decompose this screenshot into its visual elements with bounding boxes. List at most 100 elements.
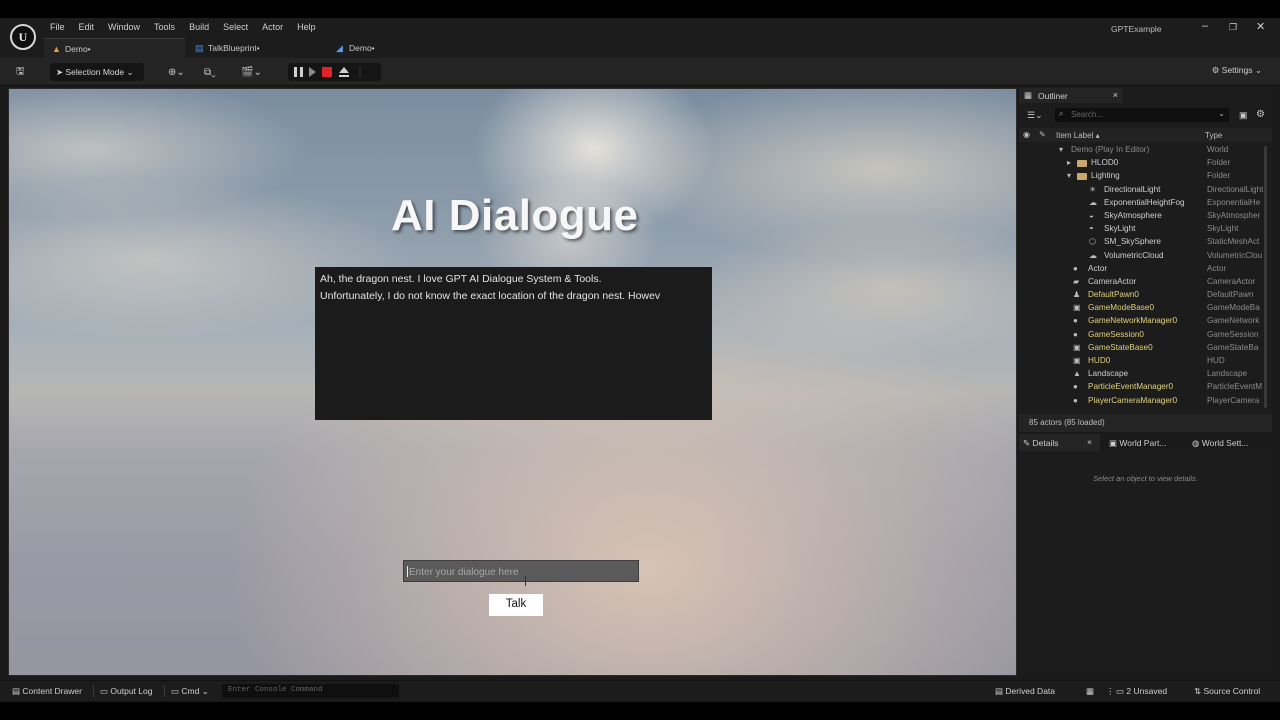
source-control-button[interactable]: ⇅ Source Control xyxy=(1194,686,1260,697)
derived-data-label: Derived Data xyxy=(1005,686,1056,696)
expand-arrow-icon[interactable]: ▾ xyxy=(1059,145,1069,154)
outliner-search-input[interactable]: ⌕ Search... ⌄ xyxy=(1055,108,1229,122)
menu-actor[interactable]: Actor xyxy=(262,22,291,32)
menu-file[interactable]: File xyxy=(50,22,73,32)
outliner-row[interactable]: ♟ DefaultPawn0 DefaultPawn xyxy=(1019,289,1272,302)
menu-select[interactable]: Select xyxy=(223,22,256,32)
console-command-input[interactable]: Enter Console Command xyxy=(222,684,399,698)
stop-icon[interactable] xyxy=(322,67,332,77)
tab-details[interactable]: ✎ Details × xyxy=(1019,434,1100,451)
settings-button[interactable]: ⚙ Settings ⌄ xyxy=(1212,65,1262,76)
outliner-scrollbar[interactable] xyxy=(1264,146,1267,408)
source-control-label: Source Control xyxy=(1203,686,1261,696)
outliner-row[interactable]: ☁ ExponentialHeightFog ExponentialHe xyxy=(1019,197,1272,210)
chevron-down-icon: ⌄ xyxy=(201,686,209,696)
minimize-button[interactable]: – xyxy=(1202,20,1208,32)
status-bar: ▤ Content Drawer ▭ Output Log ▭ Cmd ⌄ En… xyxy=(0,680,1280,700)
step-icon[interactable] xyxy=(309,67,316,77)
outliner-row[interactable]: ▲ Landscape Landscape xyxy=(1019,368,1272,381)
close-window-button[interactable]: ✕ xyxy=(1256,20,1265,33)
unsaved-icon: ▭ xyxy=(1116,686,1127,696)
menu-tools[interactable]: Tools xyxy=(154,22,183,32)
game-viewport[interactable]: AI Dialogue Ah, the dragon nest. I love … xyxy=(8,88,1017,676)
eject-icon[interactable] xyxy=(338,66,349,78)
unsaved-button[interactable]: ▭ 2 Unsaved xyxy=(1116,686,1167,697)
more-options-icon[interactable]: ⋮ xyxy=(1106,686,1115,697)
filter-icon[interactable]: ☰⌄ xyxy=(1027,110,1043,121)
outliner-row[interactable]: ▾ Demo (Play In Editor) World xyxy=(1019,144,1272,157)
outliner-item-label: DirectionalLight xyxy=(1104,184,1161,194)
more-options-icon[interactable]: ⋮ xyxy=(355,67,365,78)
cmd-label: Cmd xyxy=(181,686,200,696)
chevron-down-icon: ⌄ xyxy=(1254,65,1262,75)
outliner-row[interactable]: ▣ HUD0 HUD xyxy=(1019,355,1272,368)
selection-mode-dropdown[interactable]: ➤ Selection Mode ⌄ xyxy=(50,63,144,81)
restore-button[interactable]: ❐ xyxy=(1229,22,1237,33)
app-title: GPTExample xyxy=(1111,24,1162,34)
outliner-row[interactable]: ☁ VolumetricCloud VolumetricClou xyxy=(1019,250,1272,263)
actor-icon: ● xyxy=(1073,316,1078,326)
menu-window[interactable]: Window xyxy=(108,22,148,32)
outliner-row[interactable]: ☀ DirectionalLight DirectionalLight xyxy=(1019,184,1272,197)
outliner-item-type: Landscape xyxy=(1207,369,1248,379)
cmd-dropdown[interactable]: ▭ Cmd ⌄ xyxy=(171,686,209,697)
add-actor-icon[interactable]: ⊕⌄ xyxy=(168,64,185,81)
collapse-arrow-icon[interactable]: ▸ xyxy=(1067,158,1077,167)
menu-help[interactable]: Help xyxy=(297,22,324,32)
outliner-item-label: HLOD0 xyxy=(1091,158,1119,168)
outliner-row[interactable]: ◒ SkyAtmosphere SkyAtmospher xyxy=(1019,210,1272,223)
save-icon[interactable]: 🖫 xyxy=(16,64,25,81)
outliner-row[interactable]: ▣ GameStateBase0 GameStateBa xyxy=(1019,342,1272,355)
tab-demo-widget[interactable]: ◢ Demo• xyxy=(328,38,468,58)
outliner-row[interactable]: ● ParticleEventManager0 ParticleEventM xyxy=(1019,381,1272,394)
actor-icon: ▰ xyxy=(1073,276,1080,286)
outliner-row[interactable]: ⬡ SM_SkySphere StaticMeshAct xyxy=(1019,236,1272,249)
talk-button[interactable]: Talk xyxy=(489,594,543,616)
pin-icon[interactable]: ✎ xyxy=(1039,130,1046,139)
outliner-item-type: StaticMeshAct xyxy=(1207,237,1260,247)
search-placeholder: Search... xyxy=(1071,110,1104,119)
outliner-item-type: Actor xyxy=(1207,263,1227,273)
outliner-row[interactable]: ◓ SkyLight SkyLight xyxy=(1019,223,1272,236)
expand-arrow-icon[interactable]: ▾ xyxy=(1067,171,1077,180)
outliner-item-type: GameStateBa xyxy=(1207,342,1259,352)
menu-build[interactable]: Build xyxy=(189,22,217,32)
column-item-label[interactable]: Item Label ▴ xyxy=(1056,131,1100,140)
derived-data-button[interactable]: ▤ Derived Data xyxy=(995,686,1055,697)
unreal-logo-icon[interactable]: U xyxy=(10,24,36,50)
outliner-row[interactable]: ● PlayerCameraManager0 PlayerCamera xyxy=(1019,395,1272,408)
outliner-row[interactable]: ▰ CameraActor CameraActor xyxy=(1019,276,1272,289)
blueprint-icon: ▤ xyxy=(195,43,204,53)
revision-control-icon[interactable]: ▦ xyxy=(1086,686,1094,697)
outliner-row[interactable]: ▸ HLOD0 Folder xyxy=(1019,157,1272,170)
output-log-button[interactable]: ▭ Output Log xyxy=(100,686,152,697)
outliner-row[interactable]: ▾ Lighting Folder xyxy=(1019,170,1272,183)
outliner-row[interactable]: ▣ GameModeBase0 GameModeBa xyxy=(1019,302,1272,315)
tab-world-settings[interactable]: ◍ World Sett... xyxy=(1188,434,1268,451)
visibility-icon[interactable]: ◉ xyxy=(1023,130,1030,139)
gear-icon[interactable]: ⚙ xyxy=(1256,109,1265,120)
tab-demo-level[interactable]: ▲ Demo• xyxy=(44,38,185,58)
level-icon: ▲ xyxy=(52,44,61,54)
tab-talk-blueprint[interactable]: ▤ TalkBlueprint• xyxy=(187,38,325,58)
tab-world-partition[interactable]: ▣ World Part... xyxy=(1105,434,1185,451)
actor-icon: ☁ xyxy=(1089,197,1097,207)
details-tabs: ✎ Details × ▣ World Part... ◍ World Sett… xyxy=(1019,434,1272,451)
close-icon[interactable]: × xyxy=(1087,437,1092,447)
add-folder-icon[interactable]: ▣ xyxy=(1239,110,1248,121)
blueprint-menu-icon[interactable]: ⧉⌄ xyxy=(204,64,216,81)
outliner-item-type: VolumetricClou xyxy=(1207,250,1263,260)
content-drawer-button[interactable]: ▤ Content Drawer xyxy=(12,686,82,697)
close-icon[interactable]: × xyxy=(1113,90,1118,100)
outliner-row[interactable]: ● GameSession0 GameSession xyxy=(1019,329,1272,342)
dialogue-input[interactable]: Enter your dialogue here xyxy=(403,560,639,582)
pause-icon[interactable] xyxy=(294,67,303,77)
outliner-item-type: SkyAtmospher xyxy=(1207,210,1261,220)
outliner-row[interactable]: ● GameNetworkManager0 GameNetwork xyxy=(1019,315,1272,328)
outliner-row[interactable]: ● Actor Actor xyxy=(1019,263,1272,276)
folder-icon xyxy=(1077,173,1087,181)
menu-edit[interactable]: Edit xyxy=(79,22,103,32)
column-type[interactable]: Type xyxy=(1205,131,1222,140)
cinematics-icon[interactable]: 🎬⌄ xyxy=(241,64,262,81)
tab-outliner[interactable]: ▦ Outliner × xyxy=(1019,88,1122,103)
